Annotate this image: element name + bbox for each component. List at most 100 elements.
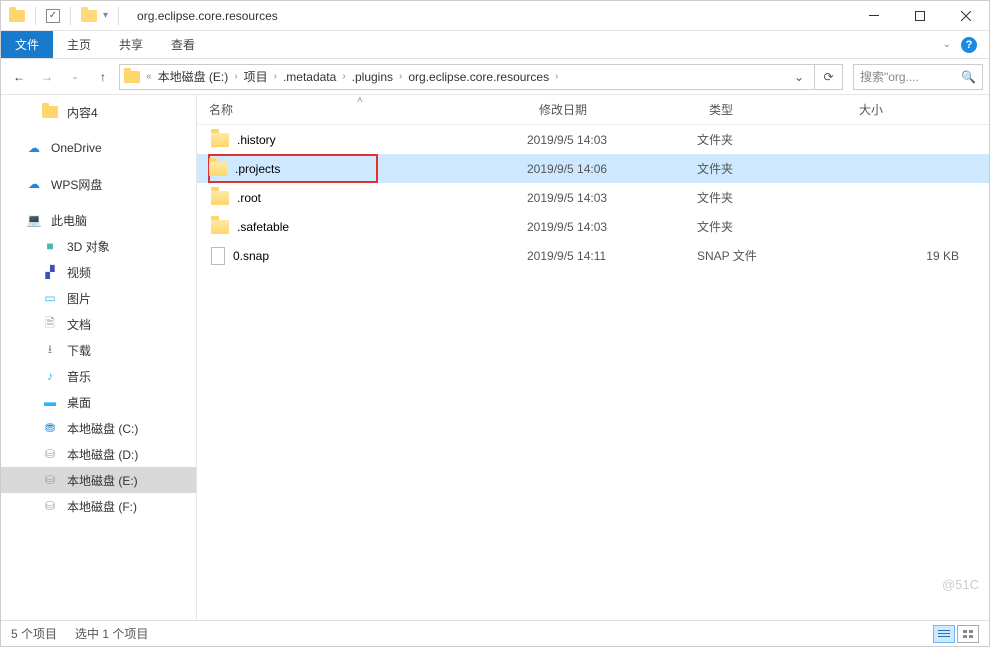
qat-dropdown-icon[interactable]: ▾ (103, 10, 108, 21)
chevron-right-icon[interactable]: › (232, 71, 239, 82)
sidebar-item[interactable]: ♪音乐 (1, 363, 196, 389)
cell-name: .root (209, 184, 527, 211)
sidebar-item[interactable]: ⛁本地磁盘 (E:) (1, 467, 196, 493)
cell-date: 2019/9/5 14:11 (527, 249, 697, 263)
file-name-label: .projects (235, 162, 280, 176)
cell-type: SNAP 文件 (697, 247, 847, 264)
search-input[interactable]: 搜索"org.... 🔍 (853, 64, 983, 90)
folder-icon (211, 220, 229, 234)
main-area: 内容4☁OneDrive☁WPS网盘💻此电脑■3D 对象▞视频▭图片🗎文档⭳下载… (1, 95, 989, 620)
file-area: 名称 ˄ 修改日期 类型 大小 .history2019/9/5 14:03文件… (196, 95, 989, 620)
column-type[interactable]: 类型 (697, 101, 847, 118)
column-date[interactable]: 修改日期 (527, 101, 697, 118)
nav-recent-dropdown[interactable]: ⌄ (63, 65, 87, 89)
sidebar-item-label: OneDrive (51, 141, 102, 155)
file-list[interactable]: .history2019/9/5 14:03文件夹.projects2019/9… (197, 125, 989, 620)
chevron-right-icon[interactable]: › (340, 71, 347, 82)
sidebar-item-label: 3D 对象 (67, 238, 110, 255)
titlebar: ▾ org.eclipse.core.resources (1, 1, 989, 31)
cell-type: 文件夹 (697, 218, 847, 235)
crumb-item[interactable]: 项目 (240, 68, 272, 85)
sidebar-item[interactable]: ■3D 对象 (1, 233, 196, 259)
folder-icon (41, 103, 59, 121)
cell-size: 19 KB (847, 249, 989, 263)
window-title: org.eclipse.core.resources (131, 9, 278, 23)
sidebar-item[interactable]: ⛁本地磁盘 (F:) (1, 493, 196, 519)
sidebar-item[interactable]: ⛃本地磁盘 (C:) (1, 415, 196, 441)
sidebar-item[interactable]: ▭图片 (1, 285, 196, 311)
nav-forward-button[interactable]: → (35, 65, 59, 89)
cell-date: 2019/9/5 14:03 (527, 191, 697, 205)
column-size[interactable]: 大小 (847, 101, 989, 118)
view-large-icons-button[interactable] (957, 625, 979, 643)
sidebar-item[interactable]: ▬桌面 (1, 389, 196, 415)
nav-up-button[interactable]: ↑ (91, 65, 115, 89)
drive-icon: ⛁ (41, 471, 59, 489)
sidebar-item[interactable]: ⭳下载 (1, 337, 196, 363)
sidebar-item-label: 本地磁盘 (F:) (67, 498, 137, 515)
crumb-item[interactable]: .metadata (279, 70, 340, 84)
breadcrumb-root-icon[interactable] (124, 71, 140, 83)
sidebar-item[interactable]: ☁WPS网盘 (1, 171, 196, 197)
quick-access-toolbar: ▾ (1, 7, 131, 25)
column-headers: 名称 ˄ 修改日期 类型 大小 (197, 95, 989, 125)
sidebar-item[interactable]: 内容4 (1, 99, 196, 125)
download-icon: ⭳ (41, 341, 59, 359)
qat-open-button[interactable] (81, 10, 97, 22)
help-icon[interactable]: ? (961, 37, 977, 53)
file-name-label: .root (237, 191, 261, 205)
search-icon: 🔍 (961, 70, 976, 84)
cell-name: .projects (209, 155, 527, 182)
nav-back-button[interactable]: ← (7, 65, 31, 89)
chevron-right-icon[interactable]: › (553, 71, 560, 82)
tab-file[interactable]: 文件 (1, 31, 53, 58)
tab-share[interactable]: 共享 (105, 31, 157, 58)
cell-name: 0.snap (209, 242, 527, 269)
sidebar-item-label: 音乐 (67, 368, 91, 385)
view-details-button[interactable] (933, 625, 955, 643)
breadcrumb-dropdown-icon[interactable]: ⌄ (788, 70, 810, 84)
ribbon-right: ⌄ ? (931, 31, 989, 58)
minimize-button[interactable] (851, 1, 897, 31)
sidebar-item[interactable]: ⛁本地磁盘 (D:) (1, 441, 196, 467)
file-row[interactable]: .projects2019/9/5 14:06文件夹 (197, 154, 989, 183)
file-icon (211, 247, 225, 265)
sidebar-item[interactable]: 🗎 文档 (1, 311, 196, 337)
file-row[interactable]: .safetable2019/9/5 14:03文件夹 (197, 212, 989, 241)
file-row[interactable]: 0.snap2019/9/5 14:11SNAP 文件19 KB (197, 241, 989, 270)
drive-icon: ⛁ (41, 445, 59, 463)
sidebar-item-label: 内容4 (67, 104, 98, 121)
sidebar-item[interactable]: ▞视频 (1, 259, 196, 285)
status-bar: 5 个项目 选中 1 个项目 (1, 620, 989, 646)
refresh-button[interactable]: ⟳ (815, 64, 843, 90)
close-button[interactable] (943, 1, 989, 31)
tab-view[interactable]: 查看 (157, 31, 209, 58)
chevron-right-icon[interactable]: › (397, 71, 404, 82)
crumb-item[interactable]: .plugins (348, 70, 397, 84)
chevron-right-icon[interactable]: › (272, 71, 279, 82)
crumb-item[interactable]: 本地磁盘 (E:) (154, 68, 233, 85)
file-name-label: .safetable (237, 220, 289, 234)
tab-home[interactable]: 主页 (53, 31, 105, 58)
cloud-outline-icon: ☁ (25, 175, 43, 193)
watermark: @51C (942, 577, 979, 592)
doc-icon: 🗎 (41, 315, 59, 333)
maximize-button[interactable] (897, 1, 943, 31)
status-item-count: 5 个项目 (11, 625, 57, 642)
sidebar-item-label: 文档 (67, 316, 91, 333)
crumb-item[interactable]: org.eclipse.core.resources (404, 70, 553, 84)
ribbon-expand-icon[interactable]: ⌄ (943, 39, 951, 50)
sidebar-item[interactable]: 💻此电脑 (1, 207, 196, 233)
breadcrumb[interactable]: « 本地磁盘 (E:) › 项目 › .metadata › .plugins … (119, 64, 815, 90)
sidebar-item-label: 桌面 (67, 394, 91, 411)
file-row[interactable]: .root2019/9/5 14:03文件夹 (197, 183, 989, 212)
qat-properties-button[interactable] (46, 9, 60, 23)
separator (118, 7, 119, 25)
chevron-right-icon[interactable]: « (144, 71, 154, 82)
app-icon[interactable] (9, 10, 25, 22)
separator (70, 7, 71, 25)
file-row[interactable]: .history2019/9/5 14:03文件夹 (197, 125, 989, 154)
sidebar-item[interactable]: ☁OneDrive (1, 135, 196, 161)
navigation-pane[interactable]: 内容4☁OneDrive☁WPS网盘💻此电脑■3D 对象▞视频▭图片🗎文档⭳下载… (1, 95, 196, 620)
sidebar-item-label: 此电脑 (51, 212, 87, 229)
